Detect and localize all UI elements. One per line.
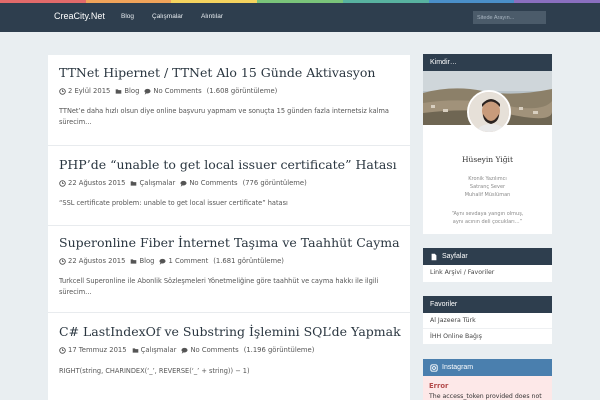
folder-icon [116,88,122,94]
avatar [467,90,511,134]
post-comments[interactable]: No Comments [153,87,201,95]
favorites-link[interactable]: İHH Online Bağış [423,329,552,344]
pages-widget: Sayfalar Link Arşivi / Favoriler [423,248,552,282]
post-meta: 22 Ağustos 2015 Çalışmalar No Comments (… [59,179,307,187]
site-brand[interactable]: CreaCity.Net [54,11,105,21]
nav-link-alintilar[interactable]: Alıntılar [201,13,223,20]
post-date: 2 Eylül 2015 [68,87,111,95]
post-excerpt: RIGHT(string, CHARINDEX(‘_’, REVERSE(‘_’… [59,367,250,375]
error-title: Error [429,382,449,390]
favorites-widget-title: Favoriler [423,296,552,313]
about-widget: Kimdir… Hüseyin Yiğit Kronik Yazılımcı S… [423,54,553,234]
instagram-icon [430,363,438,372]
post-item: TTNet Hipernet / TTNet Alo 15 Günde Akti… [48,55,410,146]
document-icon [431,253,437,260]
post-meta: 17 Temmuz 2015 Çalışmalar No Comments (1… [59,346,314,354]
comment-icon [181,347,188,354]
post-item: Superonline Fiber İnternet Taşıma ve Taa… [48,226,410,313]
post-comments[interactable]: No Comments [190,346,238,354]
post-meta: 2 Eylül 2015 Blog No Comments (1.608 gör… [59,87,277,95]
folder-icon [132,347,138,353]
instagram-error: Error The access_token provided does not [423,376,552,400]
search-input[interactable] [473,11,546,24]
profile-quote: aynı acının deli çocukları…” [452,219,523,225]
comment-icon [144,88,151,95]
profile-tagline: Muhalif Müslüman [464,192,511,198]
profile-name: Hüseyin Yiğit [462,155,513,164]
post-title-link[interactable]: PHP’de “unable to get local issuer certi… [59,157,397,172]
post-item: C# LastIndexOf ve Substring İşlemini SQL… [48,313,410,400]
post-category[interactable]: Çalışmalar [139,179,175,187]
post-item: PHP’de “unable to get local issuer certi… [48,146,410,226]
instagram-widget-title: Instagram [442,364,474,371]
post-date: 22 Ağustos 2015 [68,257,126,265]
favorites-link[interactable]: Al Jazeera Türk [423,313,552,329]
post-title-link[interactable]: TTNet Hipernet / TTNet Alo 15 Günde Akti… [59,65,375,80]
post-title-link[interactable]: Superonline Fiber İnternet Taşıma ve Taa… [59,235,400,250]
pages-link[interactable]: Link Arşivi / Favoriler [423,265,552,280]
comment-icon [159,258,166,265]
error-message: The access_token provided does not [429,393,542,400]
post-title-link[interactable]: C# LastIndexOf ve Substring İşlemini SQL… [59,324,401,339]
post-date: 17 Temmuz 2015 [68,346,127,354]
post-comments[interactable]: 1 Comment [168,257,208,265]
comment-icon [180,180,187,187]
folder-icon [131,258,137,264]
navbar: CreaCity.Net Blog Çalışmalar Alıntılar [0,3,600,32]
pages-widget-header: Sayfalar [423,248,552,265]
post-excerpt: TTNet’e daha hızlı olsun diye online baş… [59,107,389,126]
clock-icon [59,179,66,187]
post-list: TTNet Hipernet / TTNet Alo 15 Günde Akti… [48,55,410,400]
post-meta: 22 Ağustos 2015 Blog 1 Comment (1.681 gö… [59,257,284,265]
pages-widget-title: Sayfalar [442,253,468,260]
clock-icon [59,257,66,265]
post-excerpt: Turkcell Superonline ile Abonlik Sözleşm… [59,277,379,296]
profile-quote: “Aynı sevdaya yangın olmuş, [451,211,524,217]
clock-icon [59,87,66,95]
post-category[interactable]: Blog [139,257,154,265]
instagram-widget-header: Instagram [423,359,552,376]
nav-link-blog[interactable]: Blog [121,13,134,20]
post-excerpt: “SSL certificate problem: unable to get … [59,199,288,207]
profile-tagline: Kronik Yazılımcı [468,176,507,182]
profile-tagline: Satranç Sever [469,184,506,190]
post-views: (1.681 görüntüleme) [213,257,284,265]
post-category[interactable]: Çalışmalar [141,346,177,354]
about-widget-title: Kimdir… [423,54,552,71]
post-views: (1.608 görüntüleme) [206,87,278,95]
clock-icon [59,346,66,354]
favorites-widget: Favoriler Al Jazeera Türk İHH Online Bağ… [423,296,552,344]
instagram-widget: Instagram Error The access_token provide… [423,359,552,400]
post-views: (776 görüntüleme) [242,179,307,187]
folder-icon [131,180,137,186]
post-date: 22 Ağustos 2015 [68,179,126,187]
nav-link-calismalar[interactable]: Çalışmalar [152,13,183,20]
post-category[interactable]: Blog [124,87,139,95]
post-views: (1.196 görüntüleme) [243,346,315,354]
post-comments[interactable]: No Comments [189,179,237,187]
